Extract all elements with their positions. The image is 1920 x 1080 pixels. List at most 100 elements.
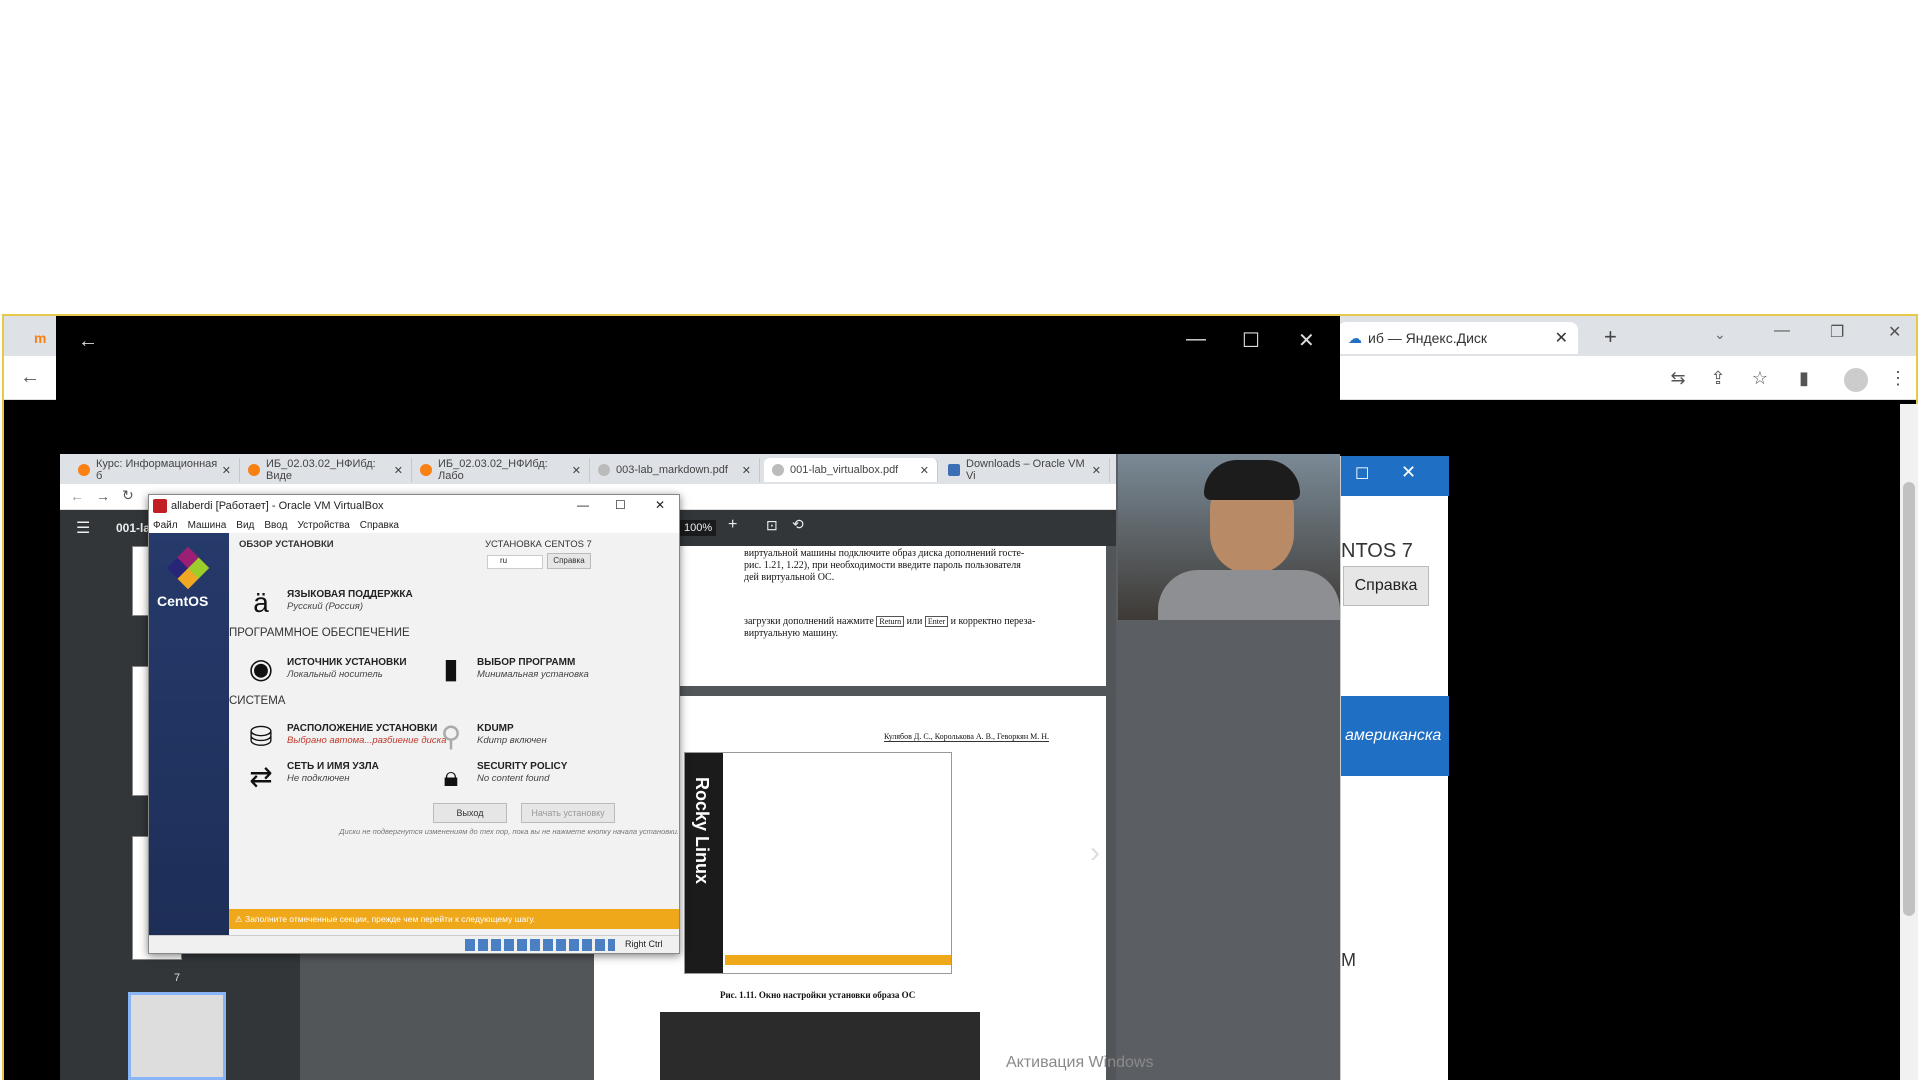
bookmark-star-icon[interactable]: ☆ bbox=[1746, 368, 1774, 389]
back-arrow-icon[interactable]: ← bbox=[16, 366, 44, 389]
disk-note: Диски не подвергнутся изменениям до тех … bbox=[339, 827, 679, 836]
software-selection-title[interactable]: ВЫБОР ПРОГРАММ bbox=[477, 657, 575, 668]
menu-devices[interactable]: Устройства bbox=[297, 520, 349, 531]
page-thumbnail-selected[interactable] bbox=[128, 992, 226, 1080]
next-page-chevron-icon[interactable]: › bbox=[1090, 836, 1100, 870]
viewer-back-arrow-icon[interactable]: ← bbox=[78, 330, 98, 353]
minimize-button[interactable]: — bbox=[1774, 322, 1790, 340]
network-arrows-icon[interactable]: ⇄ bbox=[243, 759, 279, 795]
tab-label: ИБ_02.03.02_НФИбд: Лабо bbox=[438, 458, 548, 482]
menu-kebab-icon[interactable]: ⋮ bbox=[1884, 368, 1912, 389]
zoom-in-icon[interactable]: + bbox=[728, 516, 737, 534]
package-icon[interactable]: ▮ bbox=[433, 651, 469, 687]
pdf-text: загрузки дополнений нажмите bbox=[744, 616, 874, 627]
language-support-status: Русский (Россия) bbox=[287, 601, 363, 612]
inner-tab-virtualbox-pdf[interactable]: 001-lab_virtualbox.pdf ✕ bbox=[764, 458, 938, 482]
language-list-selected[interactable]: американска bbox=[1341, 696, 1449, 776]
language-support-title[interactable]: ЯЗЫКОВАЯ ПОДДЕРЖКА bbox=[287, 589, 413, 600]
reload-icon[interactable]: ↻ bbox=[122, 487, 134, 504]
back-arrow-icon[interactable]: ← bbox=[70, 488, 84, 504]
begin-installation-button[interactable]: Начать установку bbox=[521, 803, 615, 823]
pdf-authors: Кулябов Д. С., Королькова А. В., Геворкя… bbox=[884, 732, 1050, 742]
menu-input[interactable]: Ввод bbox=[264, 520, 287, 531]
forward-arrow-icon[interactable]: → bbox=[96, 488, 110, 504]
share-icon[interactable]: ⇪ bbox=[1704, 368, 1732, 389]
disc-icon[interactable]: ◉ bbox=[243, 651, 279, 687]
restore-button[interactable]: ❐ bbox=[1830, 322, 1844, 342]
translate-icon[interactable]: ⇆ bbox=[1664, 368, 1692, 389]
new-tab-button[interactable]: + bbox=[1604, 324, 1617, 350]
viewer-close-button[interactable]: ✕ bbox=[1298, 328, 1315, 353]
outer-tab-yandex-disk[interactable]: ☁ иб — Яндекс.Диск ✕ bbox=[1338, 322, 1578, 354]
tab-search-icon[interactable]: ⌄ bbox=[1714, 326, 1726, 343]
viewer-maximize-button[interactable]: ☐ bbox=[1242, 328, 1260, 353]
menu-help[interactable]: Справка bbox=[360, 520, 399, 531]
close-window-button[interactable]: ✕ bbox=[1888, 322, 1901, 342]
device-status-icons[interactable] bbox=[465, 939, 615, 951]
moodle-icon bbox=[248, 464, 260, 476]
pdf-title: 001-la bbox=[116, 521, 151, 535]
quit-button[interactable]: Выход bbox=[433, 803, 507, 823]
profile-avatar-icon[interactable] bbox=[1844, 368, 1868, 392]
close-tab-icon[interactable]: ✕ bbox=[394, 464, 403, 477]
close-tab-icon[interactable]: ✕ bbox=[920, 464, 929, 477]
help-button[interactable]: Справка bbox=[547, 553, 591, 569]
close-tab-icon[interactable]: ✕ bbox=[742, 464, 751, 477]
menu-view[interactable]: Вид bbox=[236, 520, 254, 531]
outer-scrollbar-thumb[interactable] bbox=[1903, 482, 1915, 916]
kdump-title[interactable]: KDUMP bbox=[477, 723, 514, 734]
close-tab-icon[interactable]: ✕ bbox=[1555, 328, 1568, 348]
pdf-text-line: виртуальную машину. bbox=[744, 628, 839, 639]
close-tab-icon[interactable]: ✕ bbox=[1092, 464, 1101, 477]
fit-page-icon[interactable]: ⊡ bbox=[766, 517, 778, 534]
rotate-icon[interactable]: ⟲ bbox=[792, 516, 804, 533]
install-destination-title[interactable]: РАСПОЛОЖЕНИЕ УСТАНОВКИ bbox=[287, 723, 437, 734]
security-policy-title[interactable]: SECURITY POLICY bbox=[477, 761, 567, 772]
menu-machine[interactable]: Машина bbox=[188, 520, 227, 531]
thumbnail-page-number: 7 bbox=[174, 972, 181, 984]
software-heading: ПРОГРАММНОЕ ОБЕСПЕЧЕНИЕ bbox=[229, 627, 410, 639]
minimize-button[interactable]: — bbox=[577, 498, 589, 512]
close-icon[interactable]: ✕ bbox=[1401, 462, 1416, 483]
close-tab-icon[interactable]: ✕ bbox=[222, 464, 231, 477]
network-hostname-status: Не подключен bbox=[287, 773, 350, 784]
inner-tab-lab[interactable]: ИБ_02.03.02_НФИбд: Лабо ✕ bbox=[412, 458, 590, 482]
close-tab-icon[interactable]: ✕ bbox=[572, 464, 581, 477]
viewer-minimize-button[interactable]: — bbox=[1186, 328, 1206, 351]
key-enter: Enter bbox=[924, 616, 949, 627]
help-button[interactable]: Справка bbox=[1343, 566, 1429, 606]
inner-tab-markdown-pdf[interactable]: 003-lab_markdown.pdf ✕ bbox=[590, 458, 760, 482]
virtualbox-icon bbox=[153, 499, 167, 513]
side-panel-icon[interactable]: ▮ bbox=[1790, 368, 1818, 389]
install-source-title[interactable]: ИСТОЧНИК УСТАНОВКИ bbox=[287, 657, 407, 668]
pdf-text-line: виртуальной машины подключите образ диск… bbox=[744, 548, 1025, 559]
keyboard-layout-indicator[interactable]: ru bbox=[487, 555, 543, 569]
maximize-button[interactable]: ☐ bbox=[615, 498, 626, 512]
rocky-sidebar: Rocky Linux bbox=[685, 753, 723, 973]
tab-label: иб — Яндекс.Диск bbox=[1368, 330, 1488, 346]
maximize-icon[interactable]: ☐ bbox=[1355, 464, 1369, 484]
search-icon[interactable]: ⚲ bbox=[433, 719, 469, 755]
network-hostname-title[interactable]: СЕТЬ И ИМЯ УЗЛА bbox=[287, 761, 379, 772]
pdf-text: и корректно переза- bbox=[950, 616, 1036, 627]
hamburger-menu-icon[interactable]: ☰ bbox=[76, 518, 90, 538]
globe-icon bbox=[772, 464, 784, 476]
close-button[interactable]: ✕ bbox=[655, 498, 665, 512]
language-icon[interactable]: ä bbox=[243, 585, 279, 621]
menu-file[interactable]: Файл bbox=[153, 520, 178, 531]
disk-warning-icon[interactable]: ⛁ bbox=[243, 719, 279, 755]
inner-tab-video[interactable]: ИБ_02.03.02_НФИбд: Виде ✕ bbox=[240, 458, 412, 482]
inner-tab-downloads[interactable]: Downloads – Oracle VM Vi ✕ bbox=[940, 458, 1110, 482]
warning-icon: ⚠ bbox=[235, 914, 245, 924]
zoom-level[interactable]: 100% bbox=[680, 520, 717, 536]
moodle-icon bbox=[420, 464, 432, 476]
outer-tab-moodle[interactable]: m bbox=[24, 322, 54, 354]
virtualbox-icon bbox=[948, 464, 960, 476]
tab-label: ИБ_02.03.02_НФИбд: Виде bbox=[266, 458, 376, 482]
partial-label-m: M bbox=[1341, 950, 1356, 970]
rocky-warning-bar bbox=[725, 955, 951, 965]
shirt-image bbox=[1158, 570, 1340, 620]
inner-tab-course[interactable]: Курс: Информационная б ✕ bbox=[70, 458, 240, 482]
lock-icon[interactable]: 🔒︎ bbox=[433, 759, 469, 795]
vbox-statusbar: Right Ctrl bbox=[149, 935, 679, 953]
